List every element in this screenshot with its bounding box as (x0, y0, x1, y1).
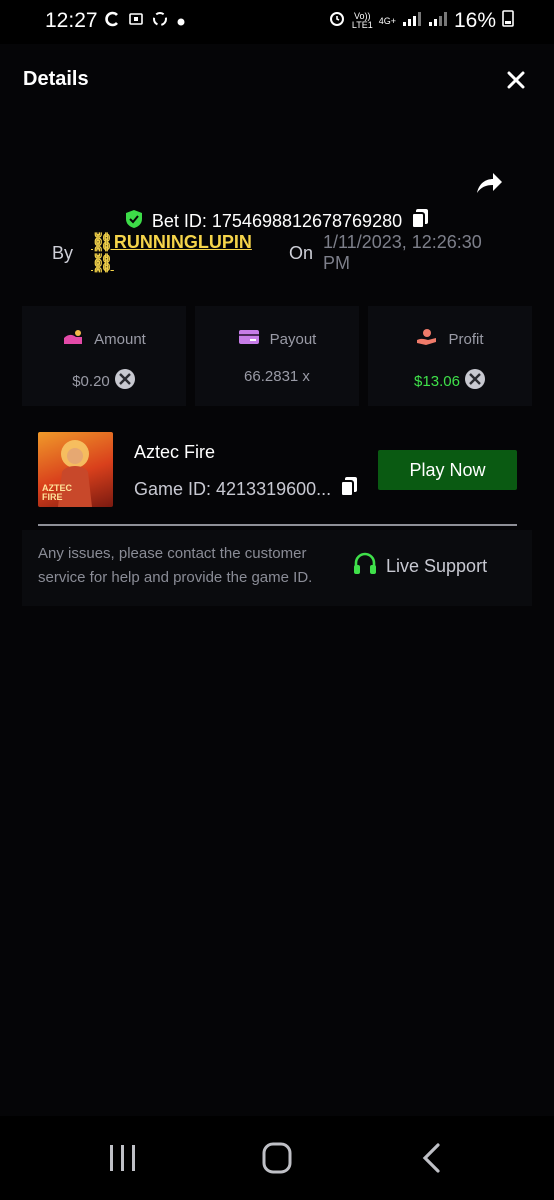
system-nav-bar (0, 1116, 554, 1200)
amount-label: Amount (94, 330, 146, 348)
details-header: Details (0, 44, 554, 114)
profit-value: $13.06 (414, 372, 460, 390)
card-icon (238, 328, 260, 350)
game-id-row: Game ID: 4213319600... (134, 476, 359, 503)
support-section: Any issues, please contact the customer … (22, 530, 532, 606)
bet-stats: Amount $0.20 Payout 66.2831 x Profit $13… (22, 306, 532, 406)
signal-icon (402, 9, 422, 33)
bet-id-row: Bet ID: 1754698812678769280 (0, 207, 554, 235)
game-id-text: Game ID: 4213319600... (134, 479, 332, 499)
home-button[interactable] (257, 1142, 297, 1174)
profit-label: Profit (448, 330, 484, 348)
play-now-button[interactable]: Play Now (378, 450, 517, 490)
currency-coin-icon (464, 368, 486, 394)
payout-card: Payout 66.2831 x (195, 306, 359, 406)
on-label: On (288, 242, 313, 263)
close-button[interactable] (504, 68, 528, 92)
recent-apps-icon (110, 1145, 135, 1171)
battery-percent: 16% (453, 9, 496, 32)
shield-check-icon (124, 209, 144, 234)
battery-icon (502, 9, 514, 33)
home-icon (262, 1142, 292, 1174)
share-icon (477, 173, 502, 193)
back-button[interactable] (412, 1142, 452, 1174)
back-icon (422, 1143, 440, 1173)
share-button[interactable] (474, 168, 504, 198)
close-icon (507, 71, 525, 89)
payout-label: Payout (269, 330, 317, 348)
username-link[interactable]: ⛓RUNNINGLUPIN⛓ (91, 232, 273, 274)
signal-icon-2 (428, 9, 448, 33)
game-section: AZTEC FIRE Aztec Fire Game ID: 421331960… (38, 432, 518, 508)
alarm-icon (328, 9, 346, 33)
volte-label: Vo)) LTE1 (351, 11, 373, 30)
status-system-icons: Vo)) LTE1 4G+ 16% (328, 9, 514, 33)
recycle-icon (151, 10, 169, 33)
copy-bet-id-button[interactable] (410, 208, 430, 235)
copy-icon (411, 208, 429, 229)
copy-icon (340, 477, 358, 497)
bet-datetime: 1/11/2023, 12:26:30 PM (323, 232, 482, 273)
by-label: By (52, 242, 74, 263)
amount-icon (62, 328, 84, 350)
status-bar: 12:27 Vo)) LTE1 4G+ 16% (0, 0, 554, 44)
profit-hand-icon (416, 328, 438, 350)
status-notification-icons (103, 10, 185, 33)
net-type-label: 4G+ (378, 15, 396, 26)
live-support-label: Live Support (386, 555, 488, 576)
amount-value: $0.20 (72, 372, 110, 390)
bet-meta-row: By ⛓RUNNINGLUPIN⛓ On 1/11/2023, 12:26:30… (52, 232, 512, 273)
headset-icon (352, 552, 378, 581)
bet-id-text: Bet ID: 1754698812678769280 (151, 210, 403, 231)
dot-icon (177, 13, 185, 31)
live-support-button[interactable]: Live Support (352, 546, 522, 586)
game-name: Aztec Fire (134, 442, 216, 462)
app-notification-icon (129, 12, 143, 31)
amount-card: Amount $0.20 (22, 306, 186, 406)
profit-card: Profit $13.06 (368, 306, 532, 406)
game-thumb-title: AZTEC FIRE (42, 483, 72, 502)
divider (38, 524, 517, 526)
game-thumbnail[interactable]: AZTEC FIRE (38, 432, 113, 507)
support-text: Any issues, please contact the customer … (38, 545, 313, 586)
sync-icon (103, 10, 121, 33)
status-time: 12:27 (45, 9, 98, 32)
copy-game-id-button[interactable] (339, 476, 359, 503)
page-title: Details (23, 68, 89, 90)
currency-coin-icon (114, 368, 136, 394)
payout-value: 66.2831 x (244, 368, 310, 385)
recent-apps-button[interactable] (102, 1142, 142, 1174)
